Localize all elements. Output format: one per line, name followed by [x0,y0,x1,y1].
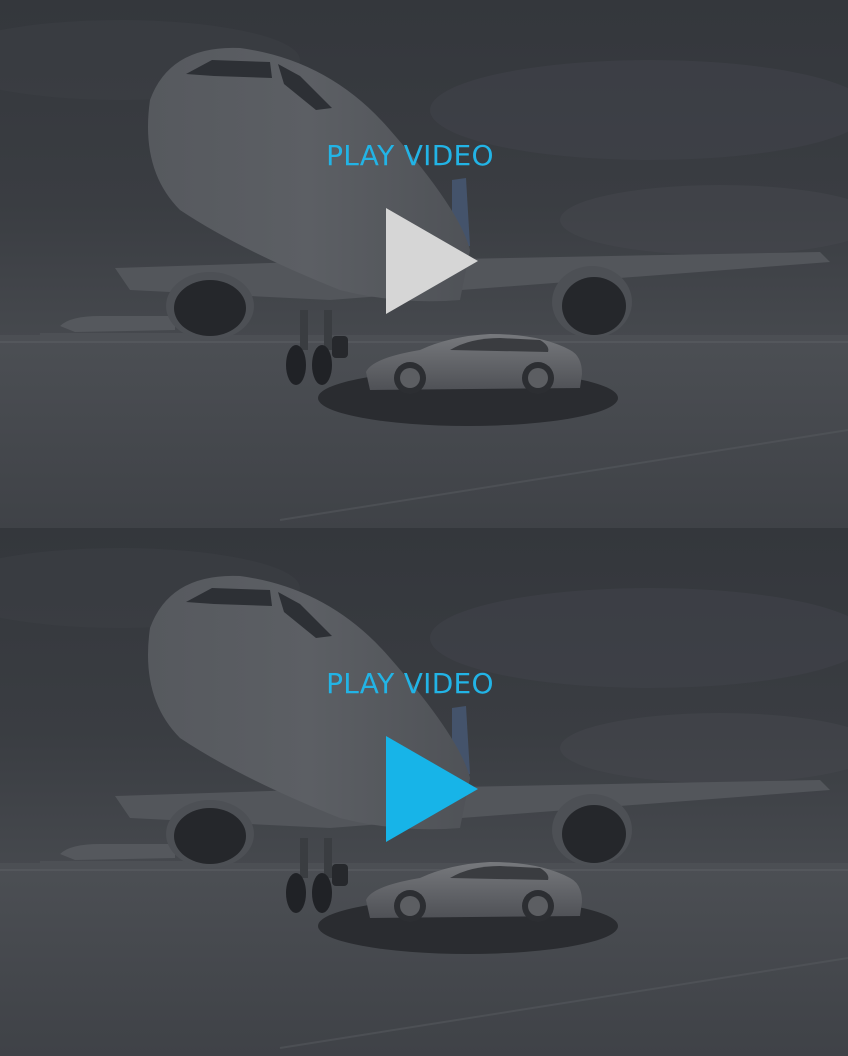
play-icon [386,208,478,314]
play-button[interactable] [384,734,480,844]
play-video-label[interactable]: PLAY VIDEO [0,139,820,172]
play-video-label[interactable]: PLAY VIDEO [0,667,820,700]
play-icon [386,736,478,842]
video-poster-hover[interactable]: PLAY VIDEO [0,528,848,1056]
video-poster-default[interactable]: PLAY VIDEO [0,0,848,528]
play-button[interactable] [384,206,480,316]
